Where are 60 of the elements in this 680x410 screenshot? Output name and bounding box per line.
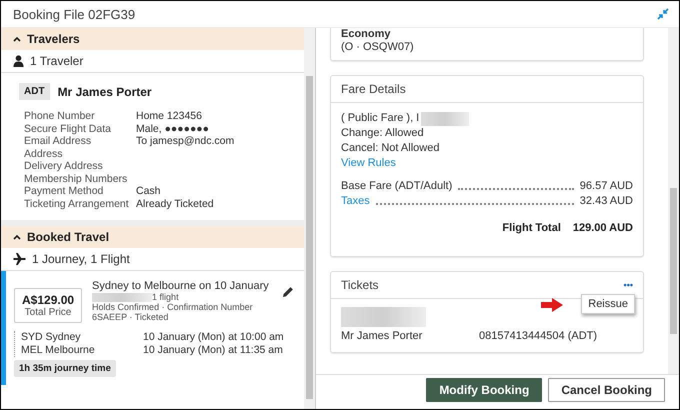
stop-place: MEL Melbourne [21,344,96,357]
view-rules-link[interactable]: View Rules [341,156,396,171]
field-value: Cash [136,185,162,198]
redacted-block [92,292,152,302]
journey-count: 1 Journey, 1 Flight [32,252,130,266]
field-value: Male, ●●●●●●● [136,122,210,135]
change-policy: Change: Allowed [341,126,425,141]
stop-time: 10 January (Mon) at 11:35 am [143,344,284,357]
fare-line-amount: 32.43 AUD [580,194,633,209]
scrollbar[interactable] [668,28,679,374]
fare-line-amount: 96.57 AUD [580,179,633,194]
fare-type: ( Public Fare ), I [341,111,420,126]
field-label: Delivery Address [24,160,104,172]
scrollbar[interactable] [304,28,315,409]
passenger-type-badge: ADT [19,83,50,100]
total-label: Flight Total [502,221,561,236]
cabin-class: Economy [341,28,391,40]
field-label: Phone Number [24,110,96,122]
traveler-count: 1 Traveler [30,54,84,68]
journey-duration-badge: 1h 35m journey time [14,360,116,377]
passenger-name: Mr James Porter [341,329,424,344]
journey-status: Holds Confirmed · Confirmation Number 6SAEEP · Ticketed [92,302,254,322]
menu-item[interactable]: Reissue [588,298,628,310]
flight-count: 1 flight [152,292,179,302]
redacted-block [421,112,470,126]
ticket-number: 08157413444504 (ADT) [479,329,598,344]
fare-line-label[interactable]: Taxes [341,194,370,209]
card-title: Fare Details [341,82,406,96]
field-value: To jamesp@ndc.com [136,135,236,148]
travelers-section-header[interactable]: Travelers [1,28,304,50]
more-button[interactable]: ••• [624,280,633,290]
pointer-arrow-icon [541,298,563,312]
fare-code: (O · OSQW07) [341,41,414,53]
stop-place: SYD Sydney [21,331,82,344]
person-icon [13,55,24,67]
fare-line-label: Base Fare (ADT/Adult) [341,179,452,194]
chevron-icon [13,36,21,42]
chevron-icon [13,234,21,240]
pencil-icon[interactable] [282,286,294,298]
collapse-icon[interactable] [657,8,669,20]
field-label: Ticketing Arrangement [24,198,130,210]
field-label: Address [24,148,64,160]
window-title: Booking File 02FG39 [13,6,136,22]
field-label: Secure Flight Data [24,122,112,135]
journey-title: Sydney to Melbourne on 10 January [92,280,270,292]
footer-button[interactable]: Modify Booking [426,378,542,402]
price-box: A$129.00 Total Price [14,288,82,323]
airplane-icon [13,253,26,265]
cancel-policy: Cancel: Not Allowed [341,141,440,156]
field-label: Membership Numbers [24,172,128,185]
field-value: Home 123456 [136,110,203,122]
stop-time: 10 January (Mon) at 10:00 am [143,331,285,344]
traveler-name: Mr James Porter [58,84,152,98]
footer-button[interactable]: Cancel Booking [548,378,665,402]
field-value: Already Ticketed [136,198,215,210]
field-label: Email Address [24,135,92,148]
booked-travel-section-header[interactable]: Booked Travel [1,226,304,248]
card-title: Tickets [341,278,379,292]
field-label: Payment Method [24,185,104,198]
total-amount: 129.00 AUD [572,221,633,236]
